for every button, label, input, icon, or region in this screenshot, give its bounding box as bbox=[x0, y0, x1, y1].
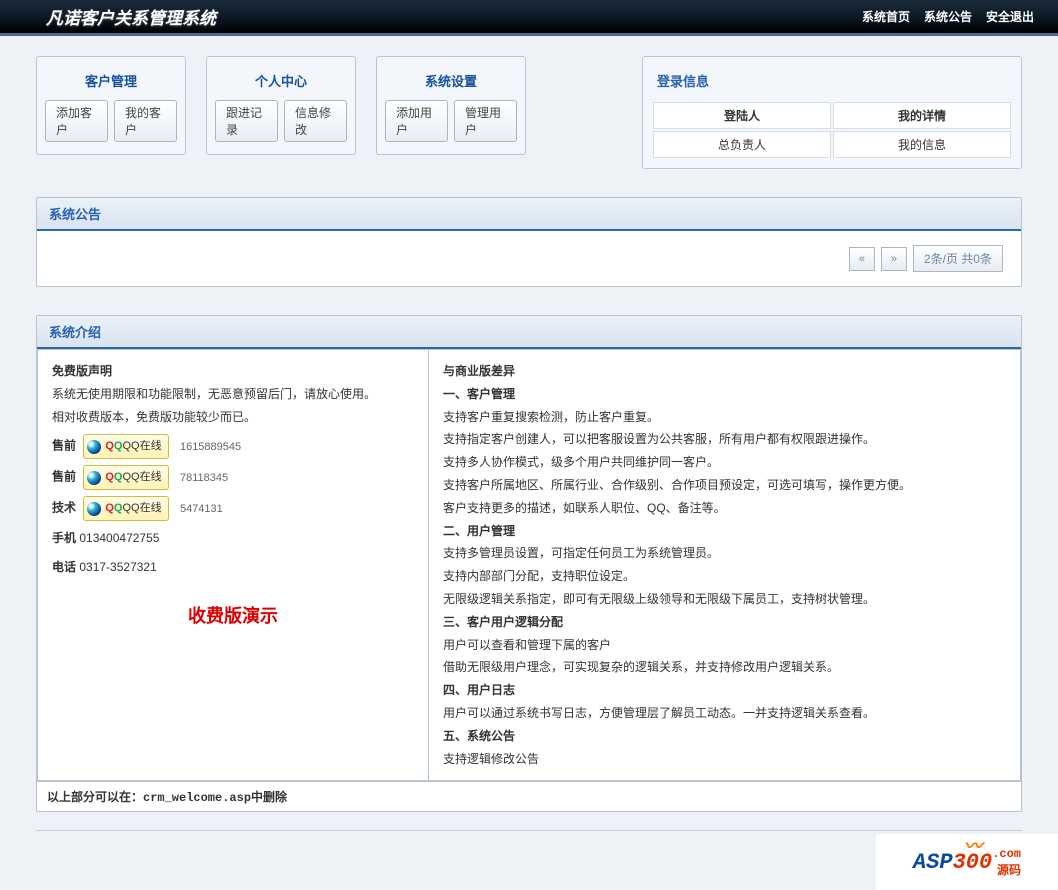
add-user-button[interactable]: 添加用户 bbox=[385, 100, 448, 142]
qq-icon bbox=[87, 502, 101, 516]
h5: 五、系统公告 bbox=[443, 729, 515, 743]
notice-section: 系统公告 « » 2条/页 共0条 bbox=[36, 197, 1022, 287]
qq-number-2: 78118345 bbox=[180, 472, 228, 484]
l1e: 客户支持更多的描述，如联系人职位、QQ、备注等。 bbox=[443, 501, 726, 515]
qq-icon bbox=[87, 471, 101, 485]
system-card-title: 系统设置 bbox=[385, 65, 517, 100]
footer-logo[interactable]: 〰 ASP300.com源码 bbox=[876, 834, 1058, 890]
login-td-person: 总负责人 bbox=[653, 131, 831, 158]
intro-body: 免费版声明 系统无使用期限和功能限制，无恶意预留后门，请放心使用。 相对收费版本… bbox=[37, 349, 1021, 811]
h2: 二、用户管理 bbox=[443, 524, 515, 538]
decl-line1: 系统无使用期限和功能限制，无恶意预留后门，请放心使用。 bbox=[52, 387, 376, 401]
mobile-label: 手机 bbox=[52, 531, 76, 545]
footer-copyright: 版权所有 2008-2012 凡 bbox=[36, 841, 1022, 858]
qq-online-badge-1[interactable]: QQQQ在线 bbox=[83, 434, 168, 459]
qq-number-1: 1615889545 bbox=[180, 441, 241, 453]
intro-right-cell: 与商业版差异 一、客户管理 支持客户重复搜索检测，防止客户重复。 支持指定客户创… bbox=[429, 350, 1021, 781]
intro-left-cell: 免费版声明 系统无使用期限和功能限制，无恶意预留后门，请放心使用。 相对收费版本… bbox=[38, 350, 429, 781]
l1d: 支持客户所属地区、所属行业、合作级别、合作项目预设定，可选可填写，操作更方便。 bbox=[443, 478, 911, 492]
nav-home-link[interactable]: 系统首页 bbox=[862, 8, 910, 25]
add-customer-button[interactable]: 添加客户 bbox=[45, 100, 108, 142]
flame-icon: 〰 bbox=[964, 832, 982, 858]
login-card: 登录信息 登陆人 我的详情 总负责人 我的信息 bbox=[642, 56, 1022, 169]
page-body: 客户管理 添加客户 我的客户 个人中心 跟进记录 信息修改 系统设置 添加用户 … bbox=[0, 36, 1058, 890]
pager-info: 2条/页 共0条 bbox=[913, 245, 1003, 272]
login-card-title: 登录信息 bbox=[651, 65, 1013, 100]
customer-card: 客户管理 添加客户 我的客户 bbox=[36, 56, 186, 155]
tel-value: 0317-3527321 bbox=[79, 560, 156, 574]
footer: 版权所有 2008-2012 凡 Version:B 〰 ASP300.com源… bbox=[36, 830, 1022, 880]
manage-user-button[interactable]: 管理用户 bbox=[454, 100, 517, 142]
h3: 三、客户用户逻辑分配 bbox=[443, 615, 563, 629]
personal-card: 个人中心 跟进记录 信息修改 bbox=[206, 56, 356, 155]
login-th-detail: 我的详情 bbox=[833, 102, 1011, 129]
top-row: 客户管理 添加客户 我的客户 个人中心 跟进记录 信息修改 系统设置 添加用户 … bbox=[36, 56, 1022, 169]
qq-icon bbox=[87, 440, 101, 454]
l2a: 支持多管理员设置，可指定任何员工为系统管理员。 bbox=[443, 546, 719, 560]
info-modify-button[interactable]: 信息修改 bbox=[284, 100, 347, 142]
pager: « » 2条/页 共0条 bbox=[45, 239, 1013, 278]
nav-notice-link[interactable]: 系统公告 bbox=[924, 8, 972, 25]
l4a: 用户可以通过系统书写日志，方便管理层了解员工动态。一并支持逻辑关系查看。 bbox=[443, 706, 875, 720]
tel-label: 电话 bbox=[52, 560, 76, 574]
pager-prev-button[interactable]: « bbox=[849, 247, 875, 271]
h1: 一、客户管理 bbox=[443, 387, 515, 401]
paid-demo-link[interactable]: 收费版演示 bbox=[52, 599, 414, 633]
sale-label-2: 售前 bbox=[52, 470, 76, 484]
mobile-value: 013400472755 bbox=[79, 531, 159, 545]
h4: 四、用户日志 bbox=[443, 683, 515, 697]
l2b: 支持内部部门分配，支持职位设定。 bbox=[443, 569, 635, 583]
decl-title: 免费版声明 bbox=[52, 364, 112, 378]
top-bar: 凡诺客户关系管理系统 系统首页 系统公告 安全退出 bbox=[0, 0, 1058, 36]
l1b: 支持指定客户创建人，可以把客服设置为公共客服，所有用户都有权限跟进操作。 bbox=[443, 432, 875, 446]
diff-heading: 与商业版差异 bbox=[443, 364, 515, 378]
nav-exit-link[interactable]: 安全退出 bbox=[986, 8, 1034, 25]
my-customer-button[interactable]: 我的客户 bbox=[114, 100, 177, 142]
l2c: 无限级逻辑关系指定，即可有无限级上级领导和无限级下属员工，支持树状管理。 bbox=[443, 592, 875, 606]
l1a: 支持客户重复搜索检测，防止客户重复。 bbox=[443, 410, 659, 424]
l3b: 借助无限级用户理念，可实现复杂的逻辑关系，并支持修改用户逻辑关系。 bbox=[443, 660, 839, 674]
l3a: 用户可以查看和管理下属的客户 bbox=[443, 638, 611, 652]
personal-card-title: 个人中心 bbox=[215, 65, 347, 100]
intro-section: 系统介绍 免费版声明 系统无使用期限和功能限制，无恶意预留后门，请放心使用。 相… bbox=[36, 315, 1022, 812]
l5a: 支持逻辑修改公告 bbox=[443, 752, 539, 766]
l1c: 支持多人协作模式，级多个用户共同维护同一客户。 bbox=[443, 455, 719, 469]
top-nav: 系统首页 系统公告 安全退出 bbox=[862, 8, 1034, 25]
intro-note: 以上部分可以在：crm_welcome.asp中删除 bbox=[37, 781, 1021, 811]
footer-version: Version:B bbox=[36, 858, 1022, 872]
login-td-detail[interactable]: 我的信息 bbox=[833, 131, 1011, 158]
qq-number-3: 5474131 bbox=[180, 503, 223, 515]
notice-header: 系统公告 bbox=[37, 198, 1021, 231]
login-table: 登陆人 我的详情 总负责人 我的信息 bbox=[651, 100, 1013, 160]
pager-next-button[interactable]: » bbox=[881, 247, 907, 271]
qq-online-badge-2[interactable]: QQQQ在线 bbox=[83, 465, 168, 490]
login-th-person: 登陆人 bbox=[653, 102, 831, 129]
system-card: 系统设置 添加用户 管理用户 bbox=[376, 56, 526, 155]
decl-line2: 相对收费版本，免费版功能较少而已。 bbox=[52, 410, 256, 424]
app-title: 凡诺客户关系管理系统 bbox=[46, 4, 216, 29]
tech-label: 技术 bbox=[52, 501, 76, 515]
notice-body: « » 2条/页 共0条 bbox=[37, 231, 1021, 286]
customer-card-title: 客户管理 bbox=[45, 65, 177, 100]
sale-label-1: 售前 bbox=[52, 439, 76, 453]
intro-header: 系统介绍 bbox=[37, 316, 1021, 349]
intro-table: 免费版声明 系统无使用期限和功能限制，无恶意预留后门，请放心使用。 相对收费版本… bbox=[37, 349, 1021, 781]
followup-button[interactable]: 跟进记录 bbox=[215, 100, 278, 142]
qq-online-badge-3[interactable]: QQQQ在线 bbox=[83, 496, 168, 521]
